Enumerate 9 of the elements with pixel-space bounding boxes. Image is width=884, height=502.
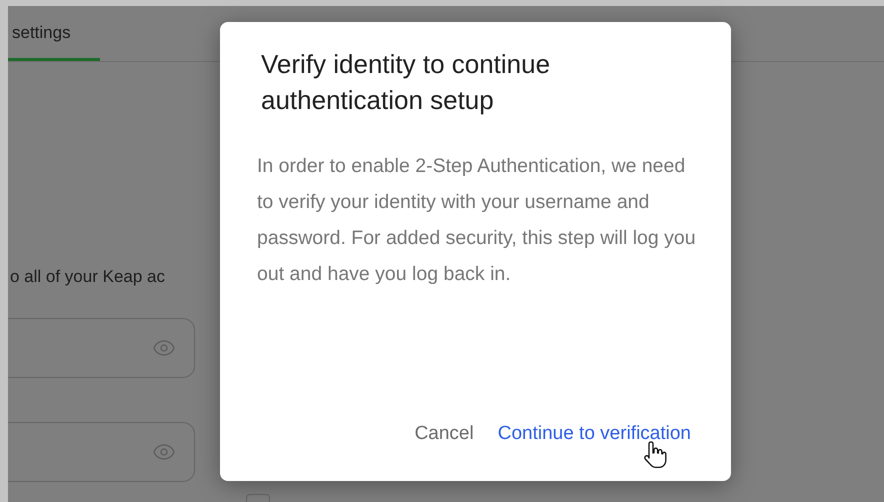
password-field[interactable] bbox=[8, 318, 195, 378]
password-field[interactable] bbox=[8, 422, 195, 482]
account-description: o all of your Keap ac bbox=[10, 267, 165, 286]
dialog-message: In order to enable 2-Step Authentication, we need to verify your identity with your username and password. For added security, this step will log you out and have you log back in. bbox=[257, 154, 697, 287]
dialog-title: Verify identity to continue authentication setup bbox=[261, 48, 552, 117]
settings-tab[interactable]: settings bbox=[8, 6, 100, 61]
cancel-button[interactable]: Cancel bbox=[414, 420, 474, 448]
hand-cursor-icon bbox=[643, 440, 669, 470]
continue-button[interactable]: Continue to verification bbox=[498, 420, 691, 448]
